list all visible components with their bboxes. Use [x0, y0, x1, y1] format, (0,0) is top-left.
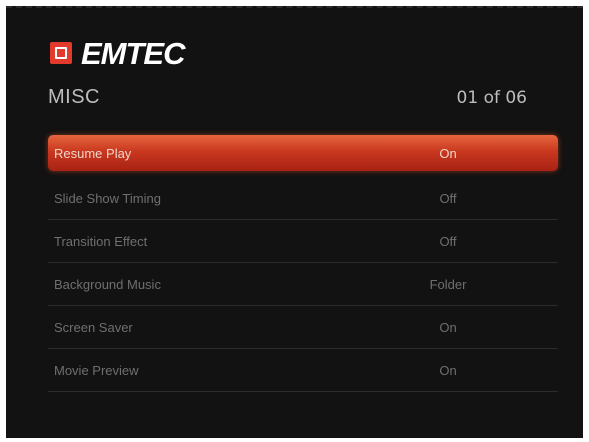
emtec-logo-icon — [50, 42, 72, 64]
menu-item-resume-play[interactable]: Resume Play On — [48, 135, 558, 171]
menu-item-label: Movie Preview — [54, 362, 139, 378]
menu-item-value: On — [439, 319, 457, 335]
menu-item-value: Folder — [429, 276, 467, 292]
menu-item-screen-saver[interactable]: Screen Saver On — [48, 306, 558, 349]
page-counter: 01 of 06 — [456, 88, 527, 108]
brand-name: EMTEC — [81, 35, 185, 71]
menu-item-value: Off — [439, 190, 457, 206]
menu-item-label: Resume Play — [54, 145, 132, 161]
menu-item-value: Off — [439, 233, 457, 249]
menu-item-value: On — [439, 362, 457, 378]
menu-item-value: On — [439, 145, 457, 161]
menu-item-slide-show-timing[interactable]: Slide Show Timing Off — [48, 177, 558, 220]
menu-item-label: Background Music — [54, 276, 161, 292]
tv-screen: EMTEC MISC 01 of 06 Resume Play On Slide… — [6, 6, 583, 438]
menu-item-background-music[interactable]: Background Music Folder — [48, 263, 558, 306]
menu-item-label: Slide Show Timing — [54, 190, 161, 206]
menu-item-label: Transition Effect — [54, 233, 148, 249]
page-title: MISC — [48, 86, 100, 108]
menu-item-movie-preview[interactable]: Movie Preview On — [48, 349, 558, 392]
menu-item-label: Screen Saver — [54, 319, 133, 335]
menu-item-transition-effect[interactable]: Transition Effect Off — [48, 220, 558, 263]
header: MISC 01 of 06 — [48, 86, 527, 109]
settings-menu: Resume Play On Slide Show Timing Off Tra… — [48, 135, 558, 392]
brand-logo: EMTEC — [50, 36, 185, 70]
